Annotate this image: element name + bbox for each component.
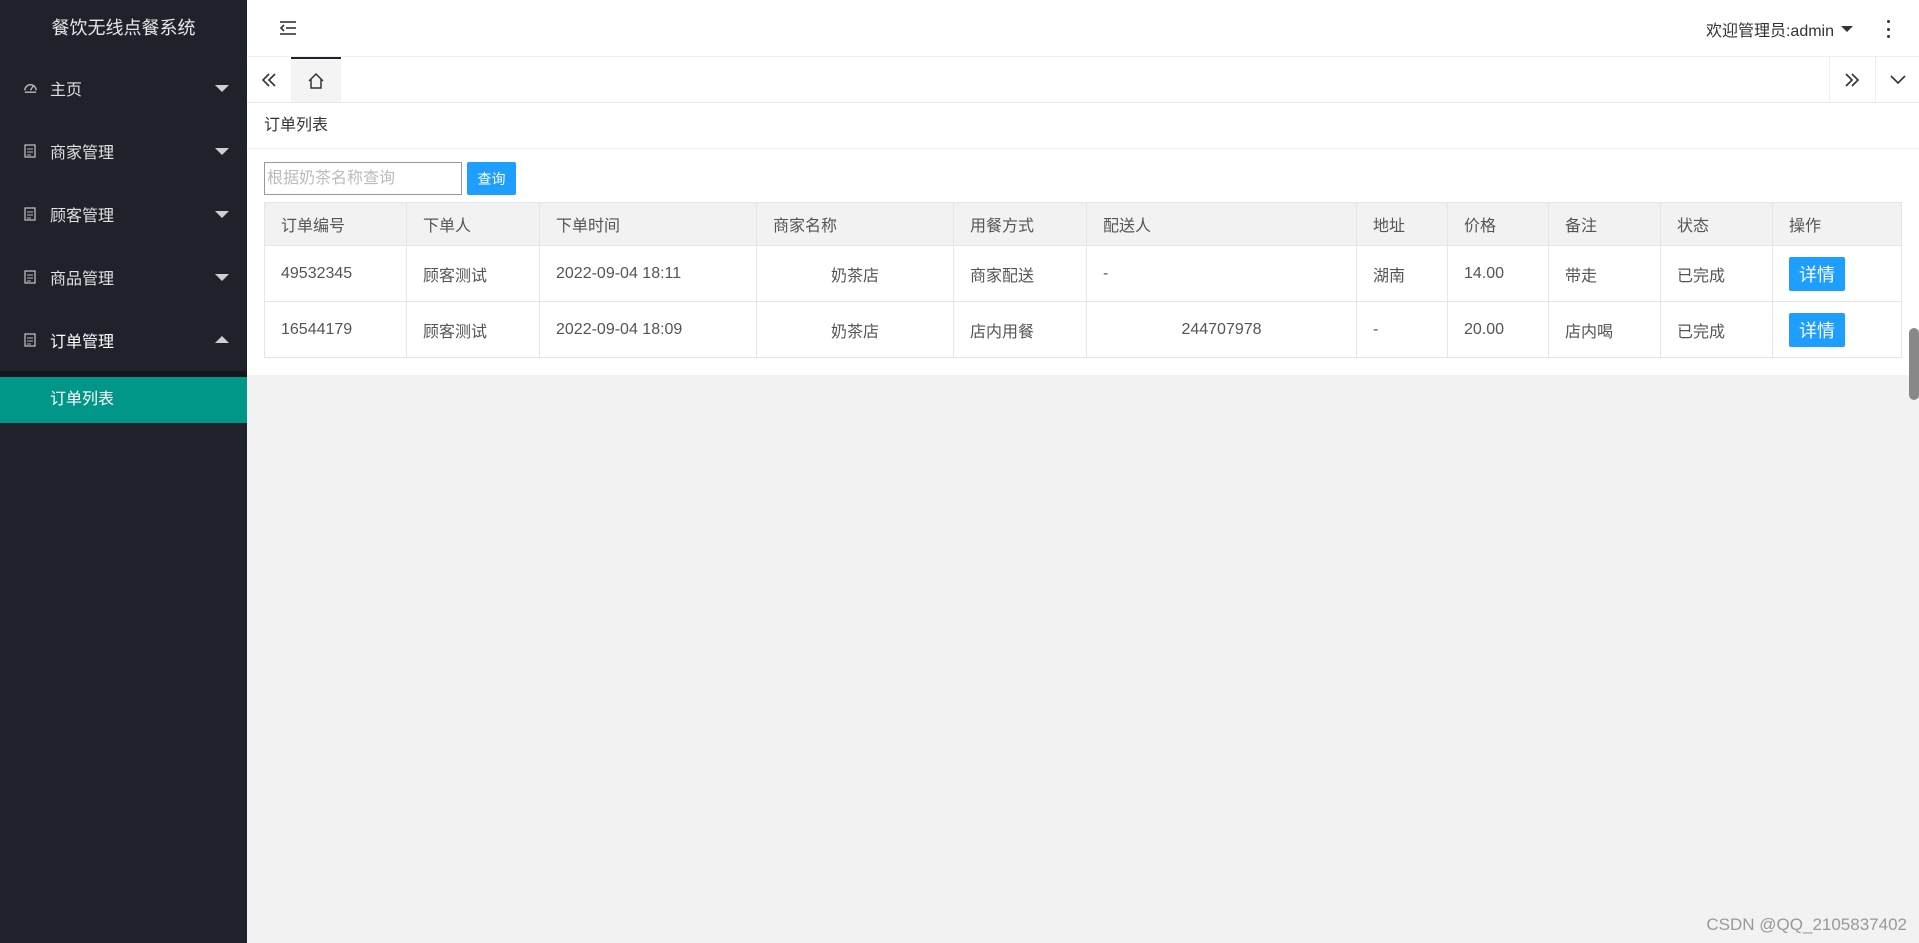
document-icon xyxy=(22,269,38,285)
menu-toggle-icon[interactable] xyxy=(279,19,297,37)
user-menu[interactable]: 欢迎管理员:admin xyxy=(1706,17,1853,41)
sidebar-item-merchants[interactable]: 商家管理 xyxy=(0,119,247,182)
main-content: 订单列表 查询 订单编号 下单人 下单时间 商家名称 用餐方式 配送人 地址 价… xyxy=(247,103,1919,375)
cell-action: 详情 xyxy=(1772,245,1902,302)
cell-price: 14.00 xyxy=(1447,245,1549,302)
column-header: 操作 xyxy=(1772,202,1902,246)
sidebar-item-label: 商家管理 xyxy=(50,144,115,162)
document-icon xyxy=(22,143,38,159)
cell-dining: 商家配送 xyxy=(953,245,1087,302)
chevron-down-icon xyxy=(215,273,229,281)
tabs-scroll-right-button[interactable] xyxy=(1829,57,1873,102)
column-header[interactable]: 状态 xyxy=(1660,202,1773,246)
column-header[interactable]: 备注 xyxy=(1548,202,1661,246)
cell-courier: 244707978 xyxy=(1086,301,1357,358)
cell-merchant: 奶茶店 xyxy=(756,301,954,358)
column-header[interactable]: 用餐方式 xyxy=(953,202,1087,246)
column-header[interactable]: 地址 xyxy=(1356,202,1448,246)
orders-submenu: 订单列表 xyxy=(0,371,247,423)
sidebar-item-label: 顾客管理 xyxy=(50,207,115,225)
column-header[interactable]: 下单时间 xyxy=(539,202,757,246)
cell-note: 店内喝 xyxy=(1548,301,1661,358)
tab-home[interactable] xyxy=(291,57,341,102)
sidebar-item-label: 商品管理 xyxy=(50,270,115,288)
cell-dining: 店内用餐 xyxy=(953,301,1087,358)
column-header[interactable]: 配送人 xyxy=(1086,202,1357,246)
sidebar-item-products[interactable]: 商品管理 xyxy=(0,245,247,308)
cell-time: 2022-09-04 18:09 xyxy=(539,301,757,358)
top-header: 欢迎管理员:admin xyxy=(247,0,1919,57)
sidebar-item-label: 订单管理 xyxy=(50,333,115,351)
cell-customer: 顾客测试 xyxy=(406,301,540,358)
double-chevron-left-icon xyxy=(261,72,276,87)
user-greeting: 欢迎管理员:admin xyxy=(1705,23,1834,40)
cell-address: - xyxy=(1356,301,1448,358)
chevron-down-icon xyxy=(1889,74,1906,84)
sidebar: 餐饮无线点餐系统 主页 商家管理 顾客管理 商品管理 订单管理 订单列表 xyxy=(0,0,247,943)
chevron-up-icon xyxy=(215,335,229,343)
column-header[interactable]: 下单人 xyxy=(406,202,540,246)
tabs-dropdown-button[interactable] xyxy=(1875,57,1919,102)
document-icon xyxy=(22,332,38,348)
page-title: 订单列表 xyxy=(247,103,1919,149)
cell-order-id: 16544179 xyxy=(264,301,407,358)
tabs-scroll-left-button[interactable] xyxy=(247,57,291,102)
table-row: 49532345 顾客测试 2022-09-04 18:11 奶茶店 商家配送 … xyxy=(264,245,1902,302)
search-bar: 查询 xyxy=(264,162,516,195)
cell-note: 带走 xyxy=(1548,245,1661,302)
sidebar-item-label: 主页 xyxy=(50,81,83,99)
column-header[interactable]: 商家名称 xyxy=(756,202,954,246)
column-header[interactable]: 订单编号 xyxy=(264,202,407,246)
sidebar-item-home[interactable]: 主页 xyxy=(0,56,247,119)
sidebar-item-customers[interactable]: 顾客管理 xyxy=(0,182,247,245)
table-row: 16544179 顾客测试 2022-09-04 18:09 奶茶店 店内用餐 … xyxy=(264,301,1902,358)
cell-status: 已完成 xyxy=(1660,301,1773,358)
document-icon xyxy=(22,206,38,222)
table-header-row: 订单编号 下单人 下单时间 商家名称 用餐方式 配送人 地址 价格 备注 状态 … xyxy=(264,202,1902,246)
cell-action: 详情 xyxy=(1772,301,1902,358)
cell-order-id: 49532345 xyxy=(264,245,407,302)
search-button[interactable]: 查询 xyxy=(467,162,516,195)
detail-button[interactable]: 详情 xyxy=(1789,256,1845,291)
cell-time: 2022-09-04 18:11 xyxy=(539,245,757,302)
search-input[interactable] xyxy=(264,162,462,195)
chevron-down-icon xyxy=(215,147,229,155)
caret-down-icon xyxy=(1841,26,1853,32)
tabs-bar xyxy=(247,57,1919,103)
cell-price: 20.00 xyxy=(1447,301,1549,358)
cell-merchant: 奶茶店 xyxy=(756,245,954,302)
double-chevron-right-icon xyxy=(1844,72,1859,87)
home-icon xyxy=(308,72,324,89)
dashboard-icon xyxy=(22,80,38,96)
scrollbar-thumb[interactable] xyxy=(1909,328,1919,400)
watermark: CSDN @QQ_2105837402 xyxy=(1706,915,1907,934)
column-header[interactable]: 价格 xyxy=(1447,202,1549,246)
chevron-down-icon xyxy=(215,84,229,92)
app-title: 餐饮无线点餐系统 xyxy=(51,18,196,38)
cell-customer: 顾客测试 xyxy=(406,245,540,302)
more-vertical-icon[interactable] xyxy=(1885,20,1891,38)
sidebar-subitem-order-list[interactable]: 订单列表 xyxy=(0,377,247,423)
detail-button[interactable]: 详情 xyxy=(1789,312,1845,347)
cell-status: 已完成 xyxy=(1660,245,1773,302)
cell-courier: - xyxy=(1086,245,1357,302)
cell-address: 湖南 xyxy=(1356,245,1448,302)
sidebar-item-orders[interactable]: 订单管理 xyxy=(0,308,247,371)
orders-table: 订单编号 下单人 下单时间 商家名称 用餐方式 配送人 地址 价格 备注 状态 … xyxy=(264,202,1902,358)
chevron-down-icon xyxy=(215,210,229,218)
